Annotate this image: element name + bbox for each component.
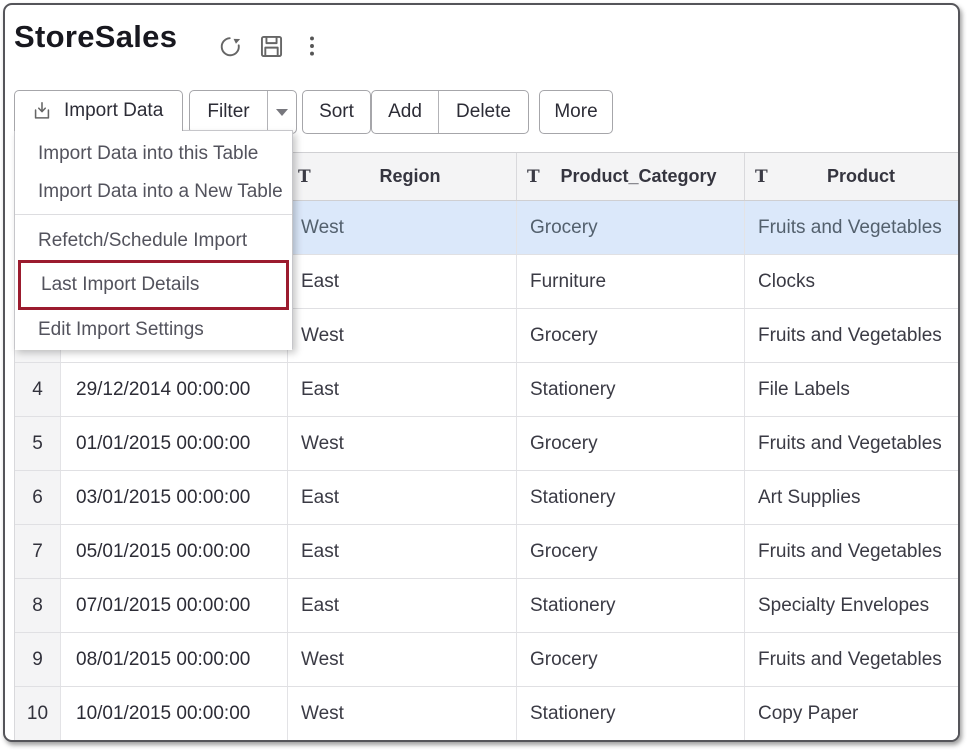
column-header-label: Product_Category xyxy=(547,166,744,187)
row-number-cell: 10 xyxy=(15,687,61,740)
row-number-cell: 7 xyxy=(15,525,61,578)
text-type-icon: T xyxy=(298,167,314,187)
product-category-cell[interactable]: Stationery xyxy=(517,687,745,740)
table-row[interactable]: 9 08/01/2015 00:00:00 West Grocery Fruit… xyxy=(15,633,960,687)
region-cell[interactable]: East xyxy=(288,255,517,308)
product-cell[interactable]: Fruits and Vegetables xyxy=(745,633,960,686)
kebab-menu-icon xyxy=(299,33,325,59)
table-row[interactable]: 4 29/12/2014 00:00:00 East Stationery Fi… xyxy=(15,363,960,417)
filter-button[interactable]: Filter xyxy=(190,91,267,133)
save-icon xyxy=(258,33,285,60)
refresh-icon xyxy=(217,33,244,60)
region-cell[interactable]: West xyxy=(288,687,517,740)
menu-item-refetch-schedule-import[interactable]: Refetch/Schedule Import xyxy=(15,222,292,260)
import-download-icon xyxy=(31,100,53,122)
menu-item-import-data-into-this-table[interactable]: Import Data into this Table xyxy=(15,135,292,173)
product-cell[interactable]: File Labels xyxy=(745,363,960,416)
screenshot-frame: StoreSales xyxy=(3,3,960,742)
product-cell[interactable]: Fruits and Vegetables xyxy=(745,525,960,578)
filter-label: Filter xyxy=(207,101,249,123)
row-number-cell: 6 xyxy=(15,471,61,524)
row-number-cell: 8 xyxy=(15,579,61,632)
column-header-product[interactable]: T Product xyxy=(745,153,960,200)
menu-divider xyxy=(15,214,292,215)
product-cell[interactable]: Art Supplies xyxy=(745,471,960,524)
add-label: Add xyxy=(388,101,422,123)
column-header-region[interactable]: T Region xyxy=(288,153,517,200)
product-category-cell[interactable]: Grocery xyxy=(517,633,745,686)
product-cell[interactable]: Fruits and Vegetables xyxy=(745,201,960,254)
product-category-cell[interactable]: Grocery xyxy=(517,309,745,362)
chevron-down-icon xyxy=(276,109,288,116)
text-type-icon: T xyxy=(755,167,771,187)
menu-item-label: Refetch/Schedule Import xyxy=(38,230,247,252)
row-number-cell: 5 xyxy=(15,417,61,470)
region-cell[interactable]: West xyxy=(288,201,517,254)
product-cell[interactable]: Fruits and Vegetables xyxy=(745,417,960,470)
table-row[interactable]: 6 03/01/2015 00:00:00 East Stationery Ar… xyxy=(15,471,960,525)
refresh-button[interactable] xyxy=(215,31,245,61)
app-window: StoreSales xyxy=(0,0,968,750)
column-header-product-category[interactable]: T Product_Category xyxy=(517,153,745,200)
product-category-cell[interactable]: Grocery xyxy=(517,417,745,470)
product-cell[interactable]: Fruits and Vegetables xyxy=(745,309,960,362)
row-number-cell: 9 xyxy=(15,633,61,686)
menu-item-label: Import Data into a New Table xyxy=(38,181,283,203)
product-category-cell[interactable]: Stationery xyxy=(517,363,745,416)
column-header-label: Product xyxy=(775,166,960,187)
menu-item-edit-import-settings[interactable]: Edit Import Settings xyxy=(15,310,292,350)
product-cell[interactable]: Clocks xyxy=(745,255,960,308)
delete-label: Delete xyxy=(456,101,511,123)
save-button[interactable] xyxy=(256,31,286,61)
menu-item-label: Last Import Details xyxy=(41,274,199,296)
region-cell[interactable]: East xyxy=(288,363,517,416)
product-category-cell[interactable]: Stationery xyxy=(517,579,745,632)
sort-label: Sort xyxy=(319,101,354,123)
date-cell[interactable]: 01/01/2015 00:00:00 xyxy=(61,417,288,470)
menu-item-last-import-details[interactable]: Last Import Details xyxy=(18,260,289,310)
product-cell[interactable]: Copy Paper xyxy=(745,687,960,740)
region-cell[interactable]: West xyxy=(288,633,517,686)
add-delete-button-group: Add Delete xyxy=(371,90,529,134)
text-type-icon: T xyxy=(527,167,543,187)
add-button[interactable]: Add xyxy=(372,91,439,133)
product-category-cell[interactable]: Grocery xyxy=(517,201,745,254)
region-cell[interactable]: East xyxy=(288,579,517,632)
date-cell[interactable]: 29/12/2014 00:00:00 xyxy=(61,363,288,416)
filter-dropdown-button[interactable] xyxy=(267,91,296,133)
product-cell[interactable]: Specialty Envelopes xyxy=(745,579,960,632)
menu-item-label: Edit Import Settings xyxy=(38,319,204,341)
table-row[interactable]: 10 10/01/2015 00:00:00 West Stationery C… xyxy=(15,687,960,741)
more-button[interactable]: More xyxy=(539,90,613,134)
import-data-label: Import Data xyxy=(64,100,163,122)
more-label: More xyxy=(554,101,597,123)
row-number-cell: 4 xyxy=(15,363,61,416)
delete-button[interactable]: Delete xyxy=(439,91,528,133)
product-category-cell[interactable]: Stationery xyxy=(517,471,745,524)
sort-button[interactable]: Sort xyxy=(302,90,371,134)
region-cell[interactable]: East xyxy=(288,471,517,524)
region-cell[interactable]: East xyxy=(288,525,517,578)
import-data-button[interactable]: Import Data xyxy=(14,90,183,131)
region-cell[interactable]: West xyxy=(288,309,517,362)
product-category-cell[interactable]: Furniture xyxy=(517,255,745,308)
table-row[interactable]: 8 07/01/2015 00:00:00 East Stationery Sp… xyxy=(15,579,960,633)
date-cell[interactable]: 07/01/2015 00:00:00 xyxy=(61,579,288,632)
table-row[interactable]: 5 01/01/2015 00:00:00 West Grocery Fruit… xyxy=(15,417,960,471)
page-title: StoreSales xyxy=(14,19,177,55)
filter-split-button[interactable]: Filter xyxy=(189,90,297,134)
menu-item-label: Import Data into this Table xyxy=(38,143,258,165)
more-options-button[interactable] xyxy=(297,31,327,61)
import-data-dropdown-menu: Import Data into this Table Import Data … xyxy=(14,130,293,349)
date-cell[interactable]: 10/01/2015 00:00:00 xyxy=(61,687,288,740)
date-cell[interactable]: 08/01/2015 00:00:00 xyxy=(61,633,288,686)
product-category-cell[interactable]: Grocery xyxy=(517,525,745,578)
column-header-label: Region xyxy=(318,166,516,187)
date-cell[interactable]: 05/01/2015 00:00:00 xyxy=(61,525,288,578)
table-row[interactable]: 7 05/01/2015 00:00:00 East Grocery Fruit… xyxy=(15,525,960,579)
region-cell[interactable]: West xyxy=(288,417,517,470)
date-cell[interactable]: 03/01/2015 00:00:00 xyxy=(61,471,288,524)
menu-item-import-data-into-a-new-table[interactable]: Import Data into a New Table xyxy=(15,173,292,211)
